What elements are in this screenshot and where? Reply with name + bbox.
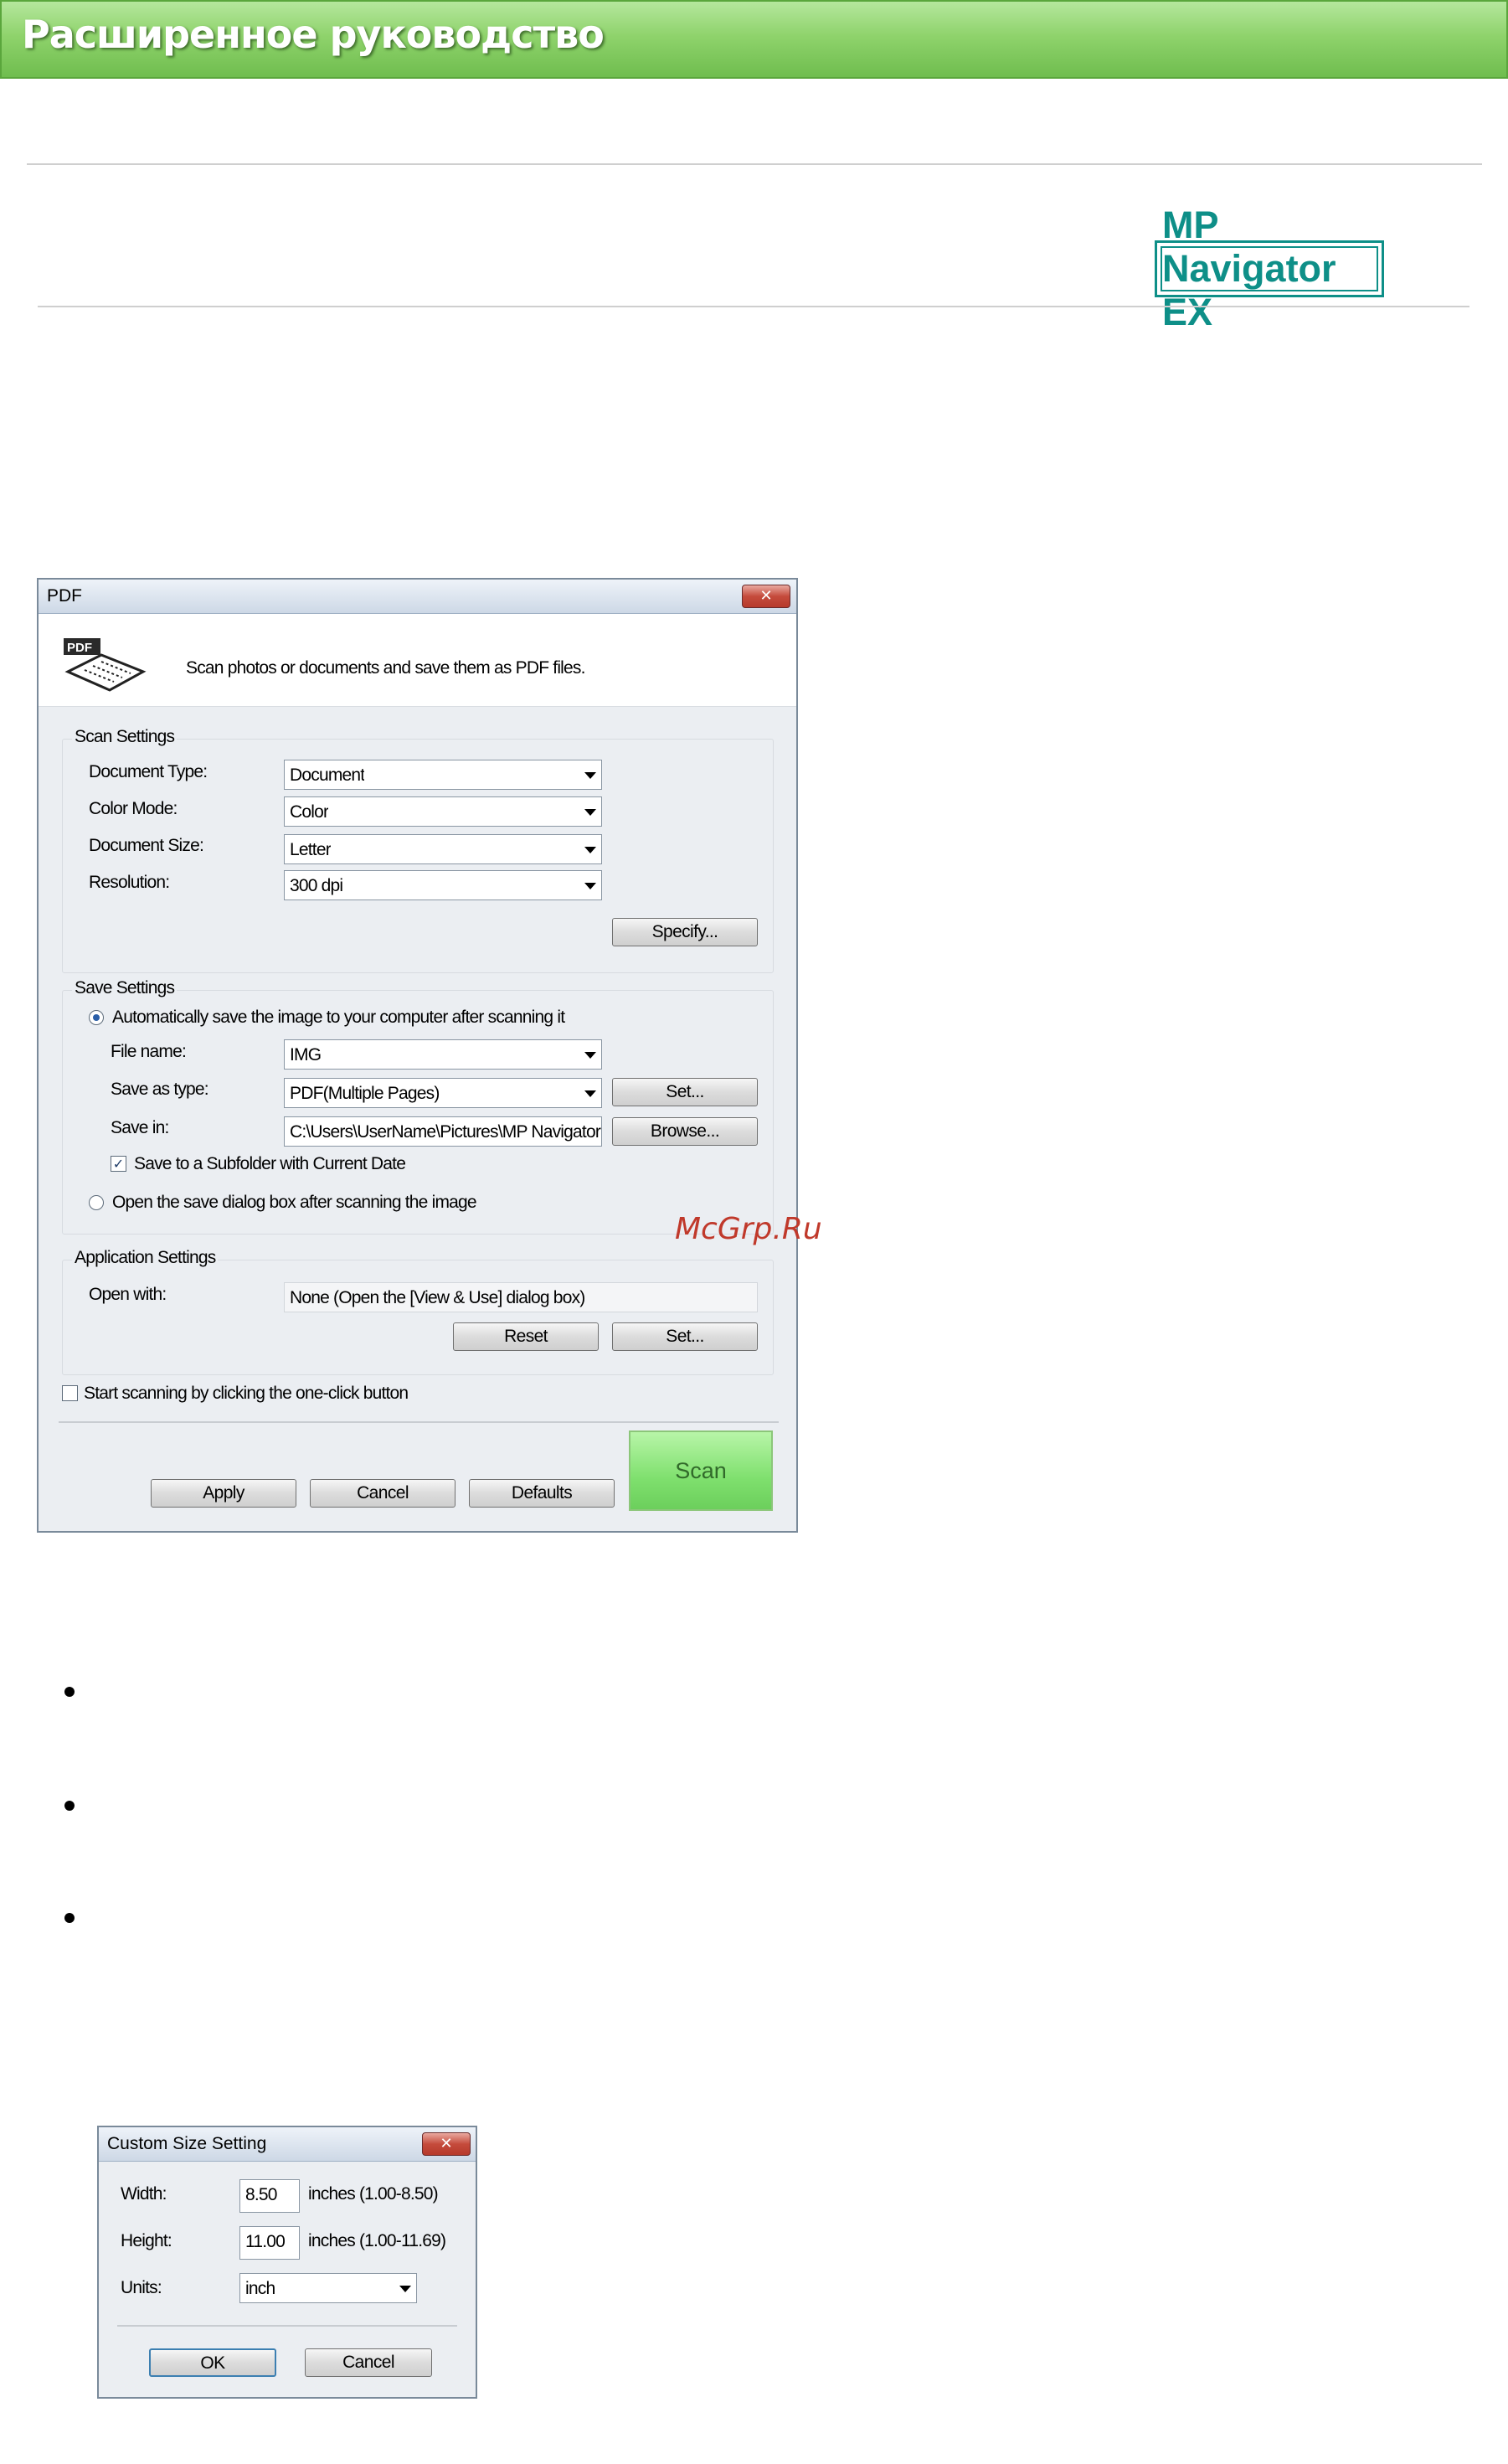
width-range: inches (1.00-8.50) [308,2184,439,2204]
document-size-label: Document Size: [89,836,204,855]
page-title: Расширенное руководство [22,12,605,57]
document-type-select[interactable]: Document [284,760,602,790]
height-range: inches (1.00-11.69) [308,2231,446,2250]
file-name-value: IMG [290,1045,322,1064]
chevron-down-icon [584,1090,596,1097]
units-label: Units: [121,2278,162,2297]
chevron-down-icon [584,883,596,889]
document-type-label: Document Type: [89,762,208,781]
width-value: 8.50 [245,2185,277,2204]
file-name-label: File name: [111,1042,187,1061]
chevron-down-icon [584,809,596,816]
dialog-title: PDF [47,586,82,606]
defaults-button[interactable]: Defaults [469,1479,615,1508]
logo-text: MP Navigator EX [1161,204,1378,333]
reset-button[interactable]: Reset [453,1322,599,1351]
save-as-type-label: Save as type: [111,1080,209,1099]
height-value: 11.00 [245,2232,286,2251]
document-type-value: Document [290,765,365,785]
resolution-select[interactable]: 300 dpi [284,870,602,900]
list-bullet [64,1913,75,1923]
chevron-down-icon [584,772,596,779]
save-settings-label: Save Settings [72,978,178,998]
scan-button-label: Scan [675,1458,727,1483]
document-size-value: Letter [290,840,331,859]
open-with-value: None (Open the [View & Use] dialog box) [290,1288,585,1307]
watermark: McGrp.Ru [675,1212,822,1246]
divider [27,163,1482,165]
resolution-value: 300 dpi [290,876,343,895]
list-bullet [64,1687,75,1697]
chevron-down-icon [584,847,596,853]
height-label: Height: [121,2231,172,2250]
auto-save-radio[interactable] [89,1010,104,1025]
scan-button[interactable]: Scan [629,1430,773,1511]
svg-text:PDF: PDF [67,641,92,655]
save-in-field[interactable]: C:\Users\UserName\Pictures\MP Navigator [284,1116,602,1147]
auto-save-label: Automatically save the image to your com… [112,1008,565,1027]
browse-button[interactable]: Browse... [612,1117,758,1146]
open-dialog-label: Open the save dialog box after scanning … [112,1193,477,1212]
dialog-titlebar: Custom Size Setting ✕ [99,2127,476,2162]
chevron-down-icon [399,2286,411,2292]
list-bullet [64,1801,75,1811]
divider [38,306,1469,307]
save-as-type-select[interactable]: PDF(Multiple Pages) [284,1078,602,1108]
document-size-select[interactable]: Letter [284,834,602,864]
subfolder-checkbox[interactable]: ✓ [111,1156,126,1172]
save-in-label: Save in: [111,1118,169,1137]
dialog-separator [59,1421,779,1423]
dialog-title: Custom Size Setting [107,2134,267,2153]
close-button[interactable]: ✕ [422,2132,471,2156]
width-input[interactable]: 8.50 [239,2179,300,2213]
application-settings-group [62,1260,774,1375]
custom-size-dialog: Custom Size Setting ✕ Width: 8.50 inches… [97,2126,477,2399]
save-in-value: C:\Users\UserName\Pictures\MP Navigator [290,1122,601,1142]
save-as-type-value: PDF(Multiple Pages) [290,1084,440,1103]
close-button[interactable]: ✕ [742,585,790,608]
subfolder-label: Save to a Subfolder with Current Date [134,1154,406,1173]
one-click-label: Start scanning by clicking the one-click… [84,1384,409,1403]
pdf-dialog: PDF ✕ PDF Scan photos or documents and s… [37,578,798,1533]
open-with-field: None (Open the [View & Use] dialog box) [284,1282,758,1312]
units-select[interactable]: inch [239,2273,417,2303]
apply-button[interactable]: Apply [151,1479,296,1508]
resolution-label: Resolution: [89,873,170,892]
scan-settings-label: Scan Settings [72,727,178,747]
file-name-select[interactable]: IMG [284,1039,602,1070]
cancel-button[interactable]: Cancel [305,2348,432,2377]
units-value: inch [245,2279,275,2298]
product-logo: MP Navigator EX [1155,204,1384,333]
open-with-label: Open with: [89,1285,167,1304]
chevron-down-icon [584,1052,596,1059]
specify-button[interactable]: Specify... [612,918,758,946]
width-label: Width: [121,2184,167,2204]
application-set-button[interactable]: Set... [612,1322,758,1351]
ok-button[interactable]: OK [149,2348,276,2377]
one-click-checkbox[interactable] [62,1385,78,1401]
color-mode-value: Color [290,802,329,822]
cancel-button[interactable]: Cancel [310,1479,455,1508]
height-input[interactable]: 11.00 [239,2226,300,2260]
open-dialog-radio[interactable] [89,1195,104,1210]
dialog-titlebar: PDF ✕ [39,580,796,614]
dialog-separator [117,2325,457,2327]
save-type-set-button[interactable]: Set... [612,1078,758,1106]
color-mode-select[interactable]: Color [284,796,602,827]
color-mode-label: Color Mode: [89,799,178,818]
application-settings-label: Application Settings [72,1248,219,1268]
pdf-document-icon: PDF [64,638,147,697]
dialog-description: Scan photos or documents and save them a… [186,658,585,678]
